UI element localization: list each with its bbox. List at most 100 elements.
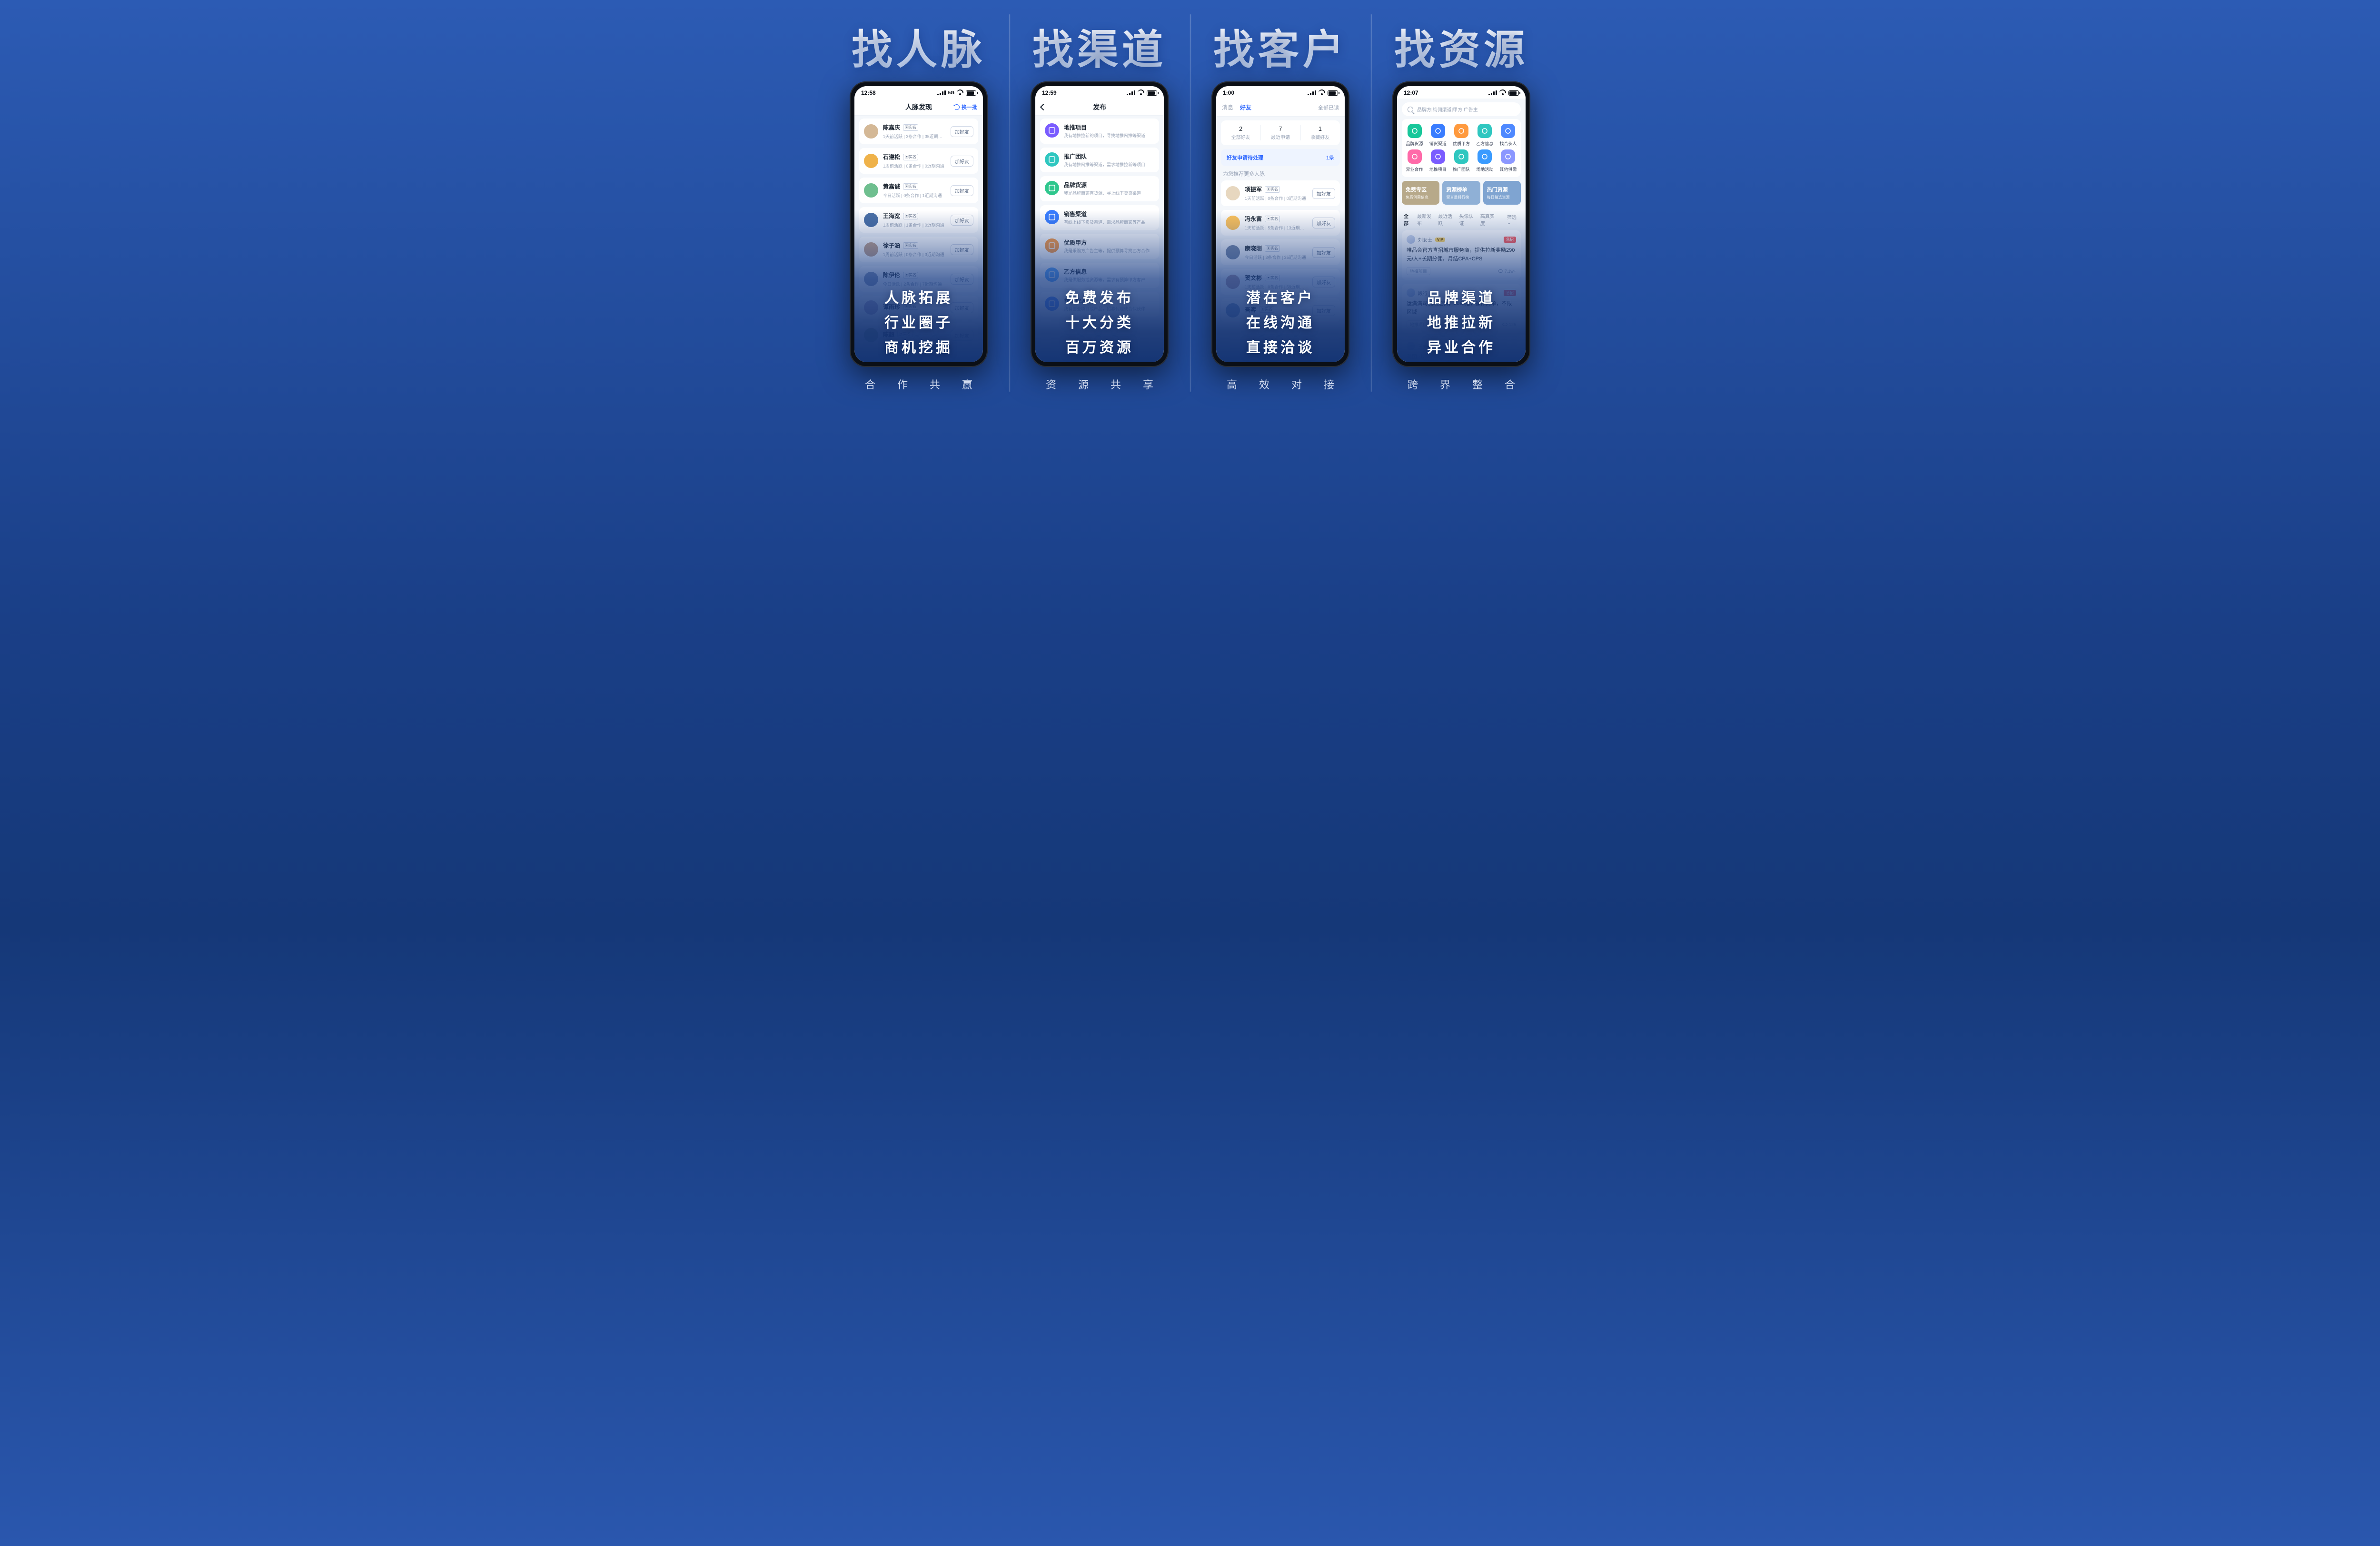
- refresh-icon: [954, 104, 960, 110]
- add-friend-button[interactable]: 加好友: [951, 244, 973, 255]
- person-card[interactable]: 王海宽▣实名1周前活跃 | 1条合作 | 0近期沟通加好友: [859, 207, 978, 233]
- avatar: [1226, 303, 1240, 317]
- panel-resources: 找资源 12:07 品牌方|纯佣渠道|甲方: [1371, 14, 1552, 392]
- stat-all-friends[interactable]: 2 全部好友: [1221, 120, 1260, 145]
- feed-body: 运满满司机端拉新，80单结，操作简单，不限区域: [1407, 300, 1516, 317]
- grid-item[interactable]: 乙方信息: [1474, 124, 1496, 147]
- person-card[interactable]: 陈伊伦▣实名今日活跃 | 2条合作 | 7近期沟通加好友: [859, 266, 978, 292]
- grid-item[interactable]: 优质甲方: [1450, 124, 1472, 147]
- add-friend-button[interactable]: 加好友: [1312, 305, 1335, 316]
- people-list[interactable]: 项振军▣实名1天前活跃 | 0条合作 | 0近期沟通加好友冯永富▣实名1天前活跃…: [1216, 180, 1345, 322]
- person-card[interactable]: 贺文彬▣实名1天前活跃 | 0条合作 | 59近期沟通加好友: [1221, 269, 1340, 295]
- promo-card[interactable]: 热门资源每日精选资源: [1483, 181, 1521, 205]
- battery-icon: [966, 90, 976, 96]
- tab-messages[interactable]: 消息: [1222, 103, 1233, 111]
- promo-title: 免费专区: [1406, 186, 1436, 193]
- promo-card[interactable]: 免费专区免费供需信息: [1402, 181, 1439, 205]
- panel-friends: 找客户 1:00 消息 好友: [1190, 14, 1371, 392]
- feed-tag: 地推项目: [1407, 267, 1430, 275]
- filter-active[interactable]: 最近活跃: [1438, 212, 1453, 227]
- phone-frame: 12:59 发布 地推项目我有地推拉新的: [1031, 81, 1169, 367]
- person-card[interactable]: 陈嘉庆▣实名1天前活跃 | 3条合作 | 35近期沟通加好友: [859, 119, 978, 144]
- feed-card[interactable]: 王先生美团-小…: [1402, 337, 1521, 362]
- mark-all-read[interactable]: 全部已读: [1318, 104, 1339, 111]
- add-friend-button[interactable]: 加好友: [1312, 277, 1335, 287]
- status-bar: 12:58 5G: [854, 86, 983, 99]
- category-row[interactable]: 品牌货源我是品牌商家有货源，寻上线下卖货渠道: [1040, 176, 1159, 201]
- filter-more[interactable]: 筛选 ⌄: [1507, 213, 1519, 226]
- person-card[interactable]: 徐子涵▣实名1周前活跃 | 0条合作 | 3近期沟通加好友: [859, 237, 978, 262]
- grid-item[interactable]: 品牌货源: [1404, 124, 1425, 147]
- grid-item[interactable]: 销货渠道: [1427, 124, 1448, 147]
- person-card[interactable]: 项振军▣实名1天前活跃 | 0条合作 | 0近期沟通加好友: [1221, 180, 1340, 206]
- hero-title: 找资源: [1394, 16, 1528, 76]
- category-list[interactable]: 地推项目我有地推拉新的项目，寻找地推网推等渠道推广团队我有地推网推等渠道，需求地…: [1035, 116, 1164, 319]
- add-friend-button[interactable]: 加好友: [951, 185, 973, 196]
- add-friend-button[interactable]: 加好友: [1312, 218, 1335, 228]
- phone-screen: 12:07 品牌方|纯佣渠道|甲方|广告主 品牌货源销货渠道优质甲方乙方信息找合: [1397, 86, 1526, 362]
- person-card[interactable]: 陈超▣实名加好友: [859, 323, 978, 347]
- category-row[interactable]: 乙方信息我是供服务或资源等，需求有预算甲方客户: [1040, 263, 1159, 288]
- search-input[interactable]: 品牌方|纯佣渠道|甲方|广告主: [1402, 102, 1521, 116]
- filter-verified[interactable]: 头像认证: [1459, 212, 1475, 227]
- grid-item[interactable]: 找合伙人: [1497, 124, 1519, 147]
- avatar: [1407, 235, 1415, 244]
- pending-requests[interactable]: 好友申请待处理 1条: [1221, 149, 1340, 166]
- promo-sub: 留言量排行榜: [1446, 195, 1476, 200]
- feed-card[interactable]: 刘女士VIP急招唯品会官方直招城市服务商，提供拉新奖励290元/人+长期分佣，月…: [1402, 230, 1521, 280]
- category-icon: [1045, 152, 1059, 167]
- battery-icon: [1147, 90, 1157, 96]
- add-friend-button[interactable]: 加好友: [951, 215, 973, 226]
- verified-badge: ▣实名: [903, 124, 918, 131]
- add-friend-button[interactable]: 加好友: [951, 302, 973, 313]
- person-name: 石遵松: [883, 153, 900, 161]
- grid-label: 地推项目: [1429, 166, 1447, 172]
- add-friend-button[interactable]: 加好友: [951, 126, 973, 137]
- add-friend-button[interactable]: 加好友: [951, 330, 973, 341]
- person-card[interactable]: 石遵松▣实名1周前活跃 | 0条合作 | 0近期沟通加好友: [859, 148, 978, 174]
- grid-icon: [1454, 124, 1468, 138]
- add-friend-button[interactable]: 加好友: [1312, 247, 1335, 258]
- phone-screen: 12:58 5G 人脉发现 换一批: [854, 86, 983, 362]
- verified-badge: ▣实名: [903, 154, 918, 160]
- grid-item[interactable]: 其他供需: [1497, 149, 1519, 172]
- grid-item[interactable]: 地推项目: [1427, 149, 1448, 172]
- grid-icon: [1408, 149, 1422, 164]
- refresh-button[interactable]: 换一批: [954, 103, 977, 111]
- filter-authentic[interactable]: 高真实度: [1480, 212, 1496, 227]
- person-card[interactable]: 谭雨珍▣实名加好友: [859, 296, 978, 319]
- status-bar: 1:00: [1216, 86, 1345, 99]
- feed-views: 125: [1502, 322, 1516, 327]
- person-card[interactable]: 黄嘉诚▣实名今日活跃 | 0条合作 | 1近期沟通加好友: [859, 178, 978, 203]
- stat-fav-friends[interactable]: 1 收藏好友: [1300, 120, 1340, 145]
- grid-item[interactable]: 异业合作: [1404, 149, 1425, 172]
- category-row[interactable]: 优质甲方我是采购方广告主等，提供预算寻找乙方合作: [1040, 234, 1159, 259]
- add-friend-button[interactable]: 加好友: [951, 156, 973, 167]
- person-name: 康晓刚: [1245, 244, 1262, 252]
- category-row[interactable]: 推广团队我有地推网推等渠道，需求地推拉新等项目: [1040, 148, 1159, 173]
- add-friend-button[interactable]: 加好友: [951, 274, 973, 285]
- stat-recent-apply[interactable]: 7 最近申请: [1260, 120, 1300, 145]
- tab-friends[interactable]: 好友: [1240, 103, 1251, 111]
- grid-label: 乙方信息: [1476, 140, 1493, 147]
- category-row[interactable]: 地推项目我有地推拉新的项目，寻找地推网推等渠道: [1040, 119, 1159, 144]
- filter-newest[interactable]: 最新发布: [1417, 212, 1432, 227]
- title-bar: 发布: [1035, 99, 1164, 116]
- grid-item[interactable]: 推广团队: [1450, 149, 1472, 172]
- grid-item[interactable]: 场地活动: [1474, 149, 1496, 172]
- grid-icon: [1501, 124, 1515, 138]
- category-row[interactable]: 销售渠道有线上线下卖货渠道，需求品牌商家等产品: [1040, 205, 1159, 230]
- person-card[interactable]: 冯永富▣实名1天前活跃 | 5条合作 | 13近期沟通加好友: [1221, 210, 1340, 236]
- filter-all[interactable]: 全部: [1404, 212, 1411, 227]
- back-button[interactable]: [1041, 105, 1046, 109]
- category-row[interactable]: 找合伙人我有创业项目或产品，招募代理或合伙伙伴: [1040, 292, 1159, 317]
- person-card[interactable]: 吾客▣实名加好友: [1221, 298, 1340, 322]
- promo-sub: 每日精选资源: [1487, 195, 1517, 200]
- promo-card[interactable]: 资源榜单留言量排行榜: [1442, 181, 1480, 205]
- feed-card[interactable]: 段行急招运满满司机端拉新，80单结，操作简单，不限区域地推项目125: [1402, 284, 1521, 333]
- people-list[interactable]: 陈嘉庆▣实名1天前活跃 | 3条合作 | 35近期沟通加好友石遵松▣实名1周前活…: [854, 116, 983, 350]
- section-header: 为您推荐更多人脉: [1223, 170, 1338, 178]
- person-card[interactable]: 康晓刚▣实名今日活跃 | 3条合作 | 35近期沟通加好友: [1221, 239, 1340, 265]
- feed-list[interactable]: 刘女士VIP急招唯品会官方直招城市服务商，提供拉新奖励290元/人+长期分佣，月…: [1397, 230, 1526, 362]
- add-friend-button[interactable]: 加好友: [1312, 188, 1335, 199]
